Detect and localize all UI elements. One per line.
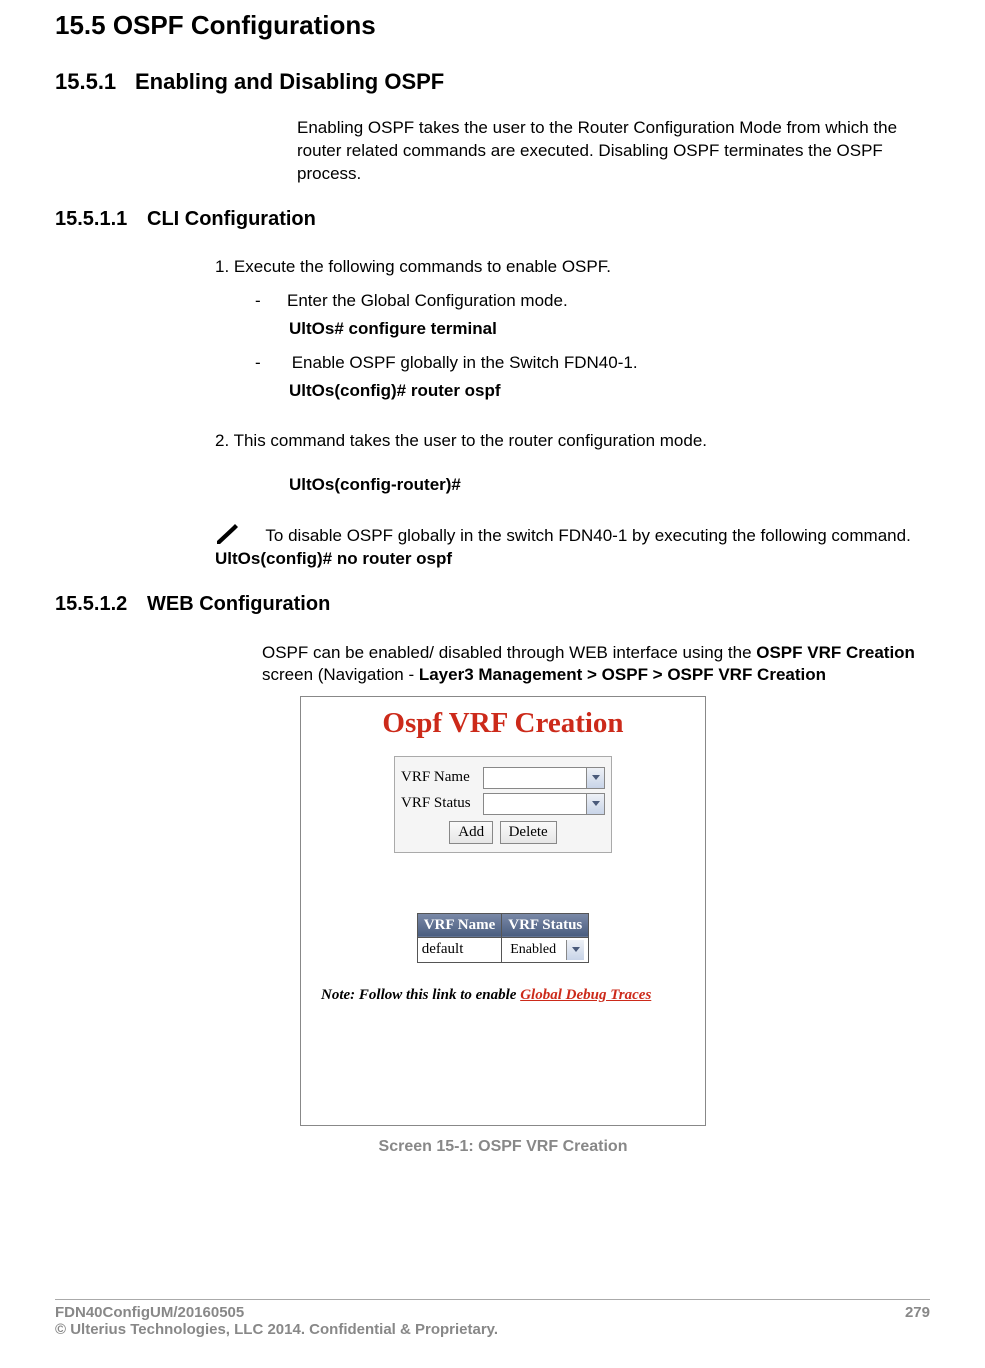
add-button[interactable]: Add (449, 821, 493, 844)
page-number: 279 (905, 1304, 930, 1338)
heading-3-cli: 15.5.1.1CLI Configuration (55, 208, 930, 231)
chevron-down-icon[interactable] (586, 794, 604, 814)
screenshot-note: Note: Follow this link to enable Global … (321, 987, 685, 1004)
heading-3-cli-text: CLI Configuration (147, 208, 316, 230)
heading-2-text: Enabling and Disabling OSPF (135, 69, 444, 94)
status-select-value: Enabled (506, 940, 566, 960)
web-bold-1: OSPF VRF Creation (756, 643, 915, 662)
command-3: UltOs(config-router)# (289, 475, 930, 495)
bullet-2-text: Enable OSPF globally in the Switch FDN40… (287, 353, 638, 372)
heading-3-web-num: 15.5.1.2 (55, 593, 147, 616)
step-2: 2. This command takes the user to the ro… (215, 431, 920, 451)
cell-vrf-status: Enabled (502, 937, 589, 962)
command-1: UltOs# configure terminal (289, 319, 930, 339)
heading-2: 15.5.1Enabling and Disabling OSPF (55, 69, 930, 95)
chevron-down-icon[interactable] (566, 940, 584, 960)
th-vrf-name: VRF Name (417, 913, 502, 937)
vrf-name-select[interactable] (483, 767, 605, 789)
form-box: VRF Name VRF Status Add Delete (394, 756, 612, 853)
intro-paragraph: Enabling OSPF takes the user to the Rout… (297, 117, 920, 186)
status-select[interactable]: Enabled (506, 940, 584, 960)
vrf-name-label: VRF Name (401, 769, 483, 786)
note-command: UltOs(config)# no router ospf (215, 549, 452, 568)
dash-icon: - (255, 353, 287, 373)
screenshot-box: Ospf VRF Creation VRF Name VRF Status Ad… (300, 696, 706, 1126)
vrf-status-value (484, 794, 586, 814)
bullet-2: - Enable OSPF globally in the Switch FDN… (255, 353, 930, 373)
caption: Screen 15-1: OSPF VRF Creation (300, 1138, 706, 1156)
footer-docid: FDN40ConfigUM/20160505 (55, 1304, 498, 1321)
screenshot-title: Ospf VRF Creation (321, 707, 685, 740)
vrf-status-select[interactable] (483, 793, 605, 815)
heading-3-web: 15.5.1.2WEB Configuration (55, 593, 930, 616)
web-paragraph: OSPF can be enabled/ disabled through WE… (262, 642, 920, 686)
footer: FDN40ConfigUM/20160505 © Ulterius Techno… (55, 1299, 930, 1338)
dash-icon: - (255, 291, 287, 311)
cell-vrf-name: default (417, 937, 502, 962)
vrf-name-value (484, 768, 586, 788)
web-text-1: OSPF can be enabled/ disabled through WE… (262, 643, 756, 662)
web-text-2: screen (Navigation - (262, 665, 419, 684)
table-row: default Enabled (417, 937, 589, 962)
th-vrf-status: VRF Status (502, 913, 589, 937)
note-prefix: Note: Follow this link to enable (321, 987, 520, 1003)
chevron-down-icon[interactable] (586, 768, 604, 788)
pencil-icon (215, 528, 239, 544)
heading-3-cli-num: 15.5.1.1 (55, 208, 147, 231)
vrf-status-label: VRF Status (401, 795, 483, 812)
step-1: 1. Execute the following commands to ena… (215, 257, 920, 277)
delete-button[interactable]: Delete (500, 821, 557, 844)
global-debug-link[interactable]: Global Debug Traces (520, 987, 651, 1003)
heading-3-web-text: WEB Configuration (147, 593, 330, 615)
note-text: To disable OSPF globally in the switch F… (265, 526, 910, 545)
vrf-table: VRF Name VRF Status default Enabled (417, 913, 590, 963)
bullet-1-text: Enter the Global Configuration mode. (287, 291, 568, 310)
note-paragraph: To disable OSPF globally in the switch F… (215, 525, 920, 571)
heading-1: 15.5 OSPF Configurations (55, 10, 930, 41)
footer-copyright: © Ulterius Technologies, LLC 2014. Confi… (55, 1321, 498, 1338)
command-2: UltOs(config)# router ospf (289, 381, 930, 401)
bullet-1: -Enter the Global Configuration mode. (255, 291, 930, 311)
heading-2-num: 15.5.1 (55, 69, 135, 95)
web-bold-2: Layer3 Management > OSPF > OSPF VRF Crea… (419, 665, 826, 684)
